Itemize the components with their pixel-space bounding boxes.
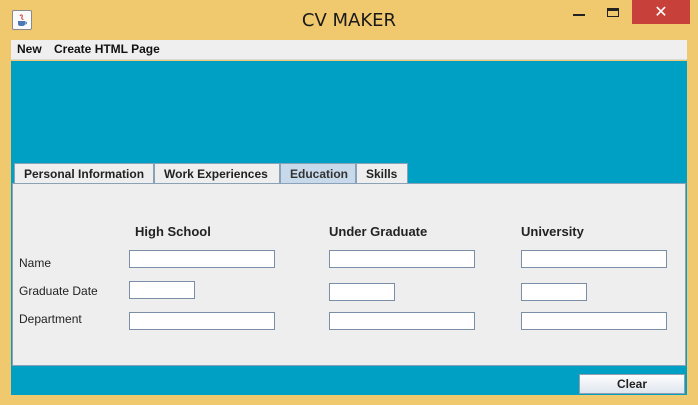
app-window: CV MAKER ✕ New Create HTML Page Personal…	[0, 0, 698, 405]
high-school-name-field[interactable]	[129, 250, 275, 268]
label-graduate-date: Graduate Date	[19, 284, 98, 298]
content-area: Personal Information Work Experiences Ed…	[11, 61, 687, 395]
label-name: Name	[19, 256, 52, 270]
university-department-field[interactable]	[521, 312, 667, 330]
tab-personal-information[interactable]: Personal Information	[14, 163, 154, 183]
column-header-university: University	[521, 224, 584, 239]
minimize-button[interactable]	[563, 0, 593, 24]
window-title: CV MAKER	[301, 10, 397, 31]
minimize-icon	[573, 14, 585, 16]
under-graduate-department-field[interactable]	[329, 312, 475, 330]
university-name-field[interactable]	[521, 250, 667, 268]
high-school-graduate-date-field[interactable]	[129, 281, 195, 299]
close-icon: ✕	[654, 2, 668, 21]
maximize-icon	[607, 8, 619, 17]
column-header-high-school: High School	[135, 224, 211, 239]
title-bar[interactable]: CV MAKER ✕	[0, 0, 698, 40]
clear-button[interactable]: Clear	[579, 374, 685, 394]
tab-work-experiences[interactable]: Work Experiences	[154, 163, 280, 183]
education-panel: High School Under Graduate University Na…	[12, 183, 686, 366]
close-button[interactable]: ✕	[632, 0, 690, 24]
tab-skills[interactable]: Skills	[356, 163, 408, 183]
label-department: Department	[19, 312, 82, 326]
under-graduate-graduate-date-field[interactable]	[329, 283, 395, 301]
maximize-button[interactable]	[598, 0, 628, 24]
menu-bar: New Create HTML Page	[11, 40, 687, 60]
university-graduate-date-field[interactable]	[521, 283, 587, 301]
menu-new[interactable]: New	[17, 42, 42, 56]
under-graduate-name-field[interactable]	[329, 250, 475, 268]
menu-create-html-page[interactable]: Create HTML Page	[54, 42, 160, 56]
high-school-department-field[interactable]	[129, 312, 275, 330]
tab-education[interactable]: Education	[280, 163, 356, 183]
bottom-bar: Clear	[11, 370, 687, 395]
column-header-under-graduate: Under Graduate	[329, 224, 428, 239]
